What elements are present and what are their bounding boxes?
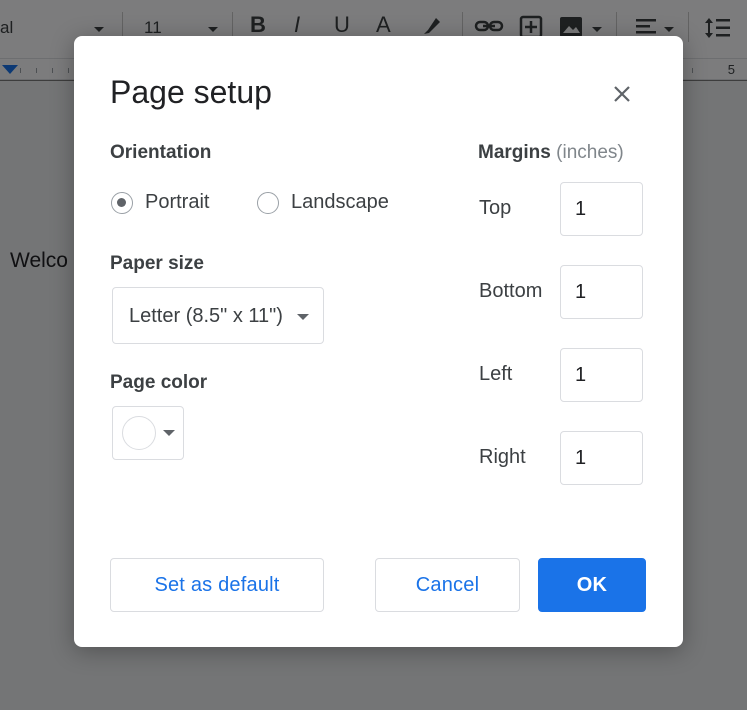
radio-landscape[interactable]: Landscape [257, 191, 389, 214]
margin-left-label: Left [479, 363, 513, 385]
radio-label: Portrait [145, 191, 210, 213]
margin-top-label: Top [479, 197, 512, 219]
page-color-picker[interactable] [112, 406, 184, 460]
orientation-label: Orientation [110, 142, 212, 163]
paper-size-value: Letter (8.5" x 11") [129, 305, 283, 327]
paper-size-label: Paper size [110, 253, 204, 274]
margin-right-input[interactable] [560, 431, 643, 485]
close-button[interactable] [608, 80, 636, 108]
page-color-label: Page color [110, 372, 208, 393]
dialog-title: Page setup [110, 74, 272, 110]
chevron-down-icon [297, 314, 309, 320]
paper-size-select[interactable]: Letter (8.5" x 11") [112, 287, 324, 344]
set-as-default-button[interactable]: Set as default [110, 558, 324, 612]
margin-left-input[interactable] [560, 348, 643, 402]
margin-right-label: Right [479, 446, 526, 468]
margin-bottom-label: Bottom [479, 280, 543, 302]
page-setup-dialog: Page setup Orientation Portrait Landscap… [74, 36, 683, 647]
radio-button-checked[interactable] [111, 191, 133, 214]
radio-button[interactable] [257, 191, 279, 214]
chevron-down-icon [163, 430, 175, 436]
margins-unit: (inches) [556, 142, 624, 163]
margin-bottom-input[interactable] [560, 265, 643, 319]
margin-top-input[interactable] [560, 182, 643, 236]
close-icon [614, 86, 630, 102]
margins-title: Margins [478, 142, 551, 163]
margins-label: Margins (inches) [478, 142, 624, 164]
radio-portrait[interactable]: Portrait [111, 191, 209, 214]
ok-button[interactable]: OK [538, 558, 646, 612]
radio-label: Landscape [291, 191, 389, 213]
color-swatch [122, 416, 156, 450]
cancel-button[interactable]: Cancel [375, 558, 520, 612]
